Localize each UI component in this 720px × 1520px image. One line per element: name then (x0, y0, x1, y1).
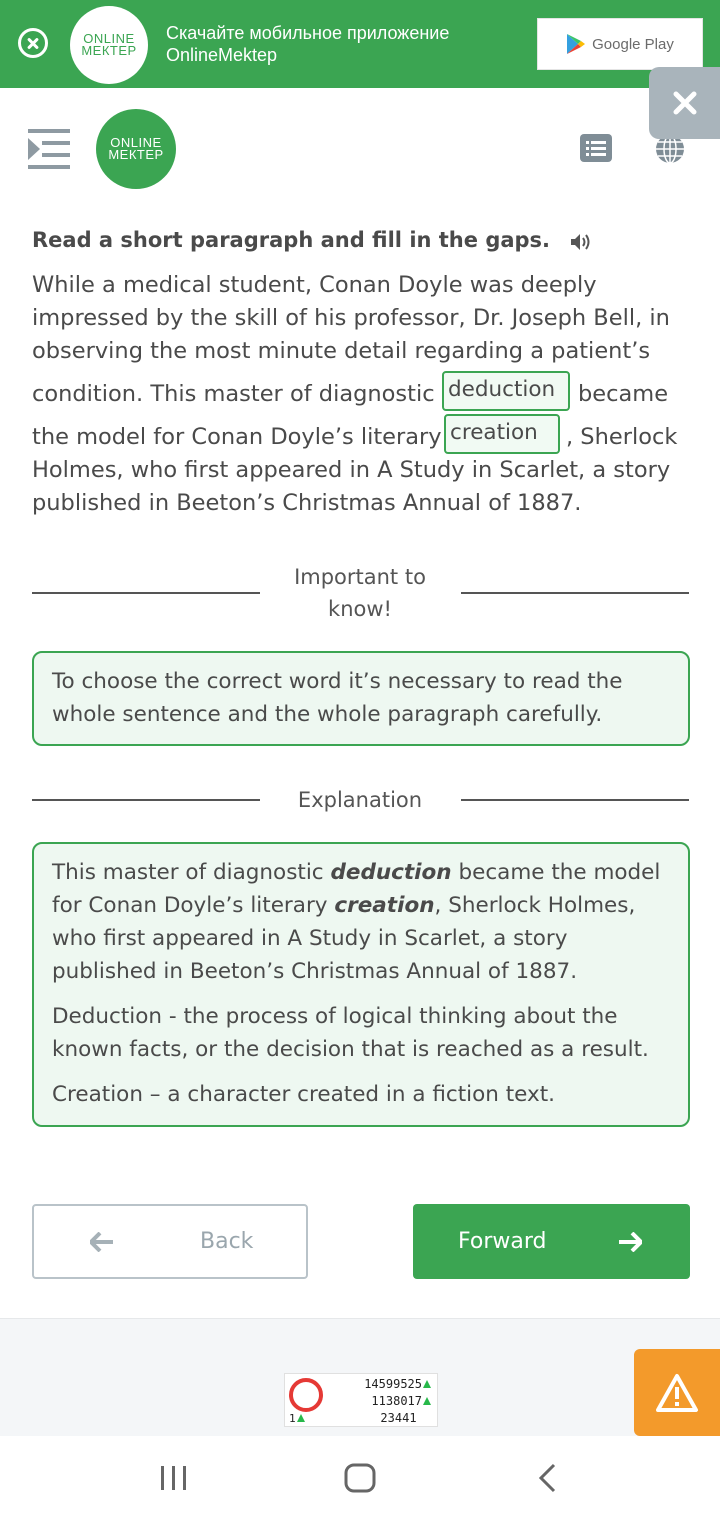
close-banner-icon[interactable] (18, 28, 48, 58)
explanation-paragraph-3: Creation – a character created in a fict… (52, 1082, 556, 1107)
counter-small: 1 (289, 1412, 305, 1425)
arrow-right-icon (619, 1231, 642, 1252)
paragraph-line-5-tail: , Sherlock (566, 424, 678, 450)
back-button[interactable]: Back (32, 1204, 308, 1279)
paragraph-line-1: While a medical student, Conan Doyle was… (32, 272, 597, 298)
explanation-box: This master of diagnostic deduction beca… (32, 842, 690, 1127)
google-play-icon (567, 34, 586, 54)
task-list-icon[interactable] (580, 134, 612, 162)
counter-row-2: 1138017 (371, 1394, 422, 1408)
visitor-counter[interactable]: 14599525 1138017 23441 1 (284, 1373, 438, 1427)
paragraph-line-3: observing the most minute detail regardi… (32, 338, 651, 364)
forward-button[interactable]: Forward (413, 1204, 690, 1279)
forward-button-label: Forward (458, 1229, 547, 1254)
menu-toggle-icon[interactable] (28, 127, 72, 171)
highlighted-word: creation (334, 893, 435, 918)
important-text: To choose the correct word it’s necessar… (52, 669, 623, 727)
paragraph-line-2: impressed by the skill of his professor,… (32, 305, 670, 331)
google-play-label: Google Play (592, 35, 674, 53)
warning-icon (656, 1373, 698, 1412)
banner-logo-line2: МЕКТЕР (81, 43, 137, 58)
gap-input-2[interactable]: creation (444, 414, 560, 454)
paragraph-line-7: published in Beeton’s Christmas Annual o… (32, 490, 582, 516)
banner-text-line2: OnlineMektep (166, 45, 278, 65)
report-problem-button[interactable] (634, 1349, 720, 1436)
counter-row-1: 14599525 (364, 1377, 422, 1391)
explanation-text: This master of diagnostic (52, 860, 331, 885)
important-heading-line2: know! (328, 597, 392, 621)
banner-text-line1: Скачайте мобильное приложение (166, 23, 450, 43)
up-arrow-icon (423, 1397, 431, 1405)
close-icon (673, 91, 696, 115)
counter-ring-icon (289, 1378, 323, 1412)
task-title: Read a short paragraph and fill in the g… (32, 228, 551, 252)
arrow-left-icon (90, 1231, 113, 1252)
close-panel-button[interactable] (649, 67, 720, 139)
up-arrow-icon (296, 1414, 305, 1422)
back-nav-icon[interactable] (530, 1460, 566, 1496)
back-button-label: Back (200, 1229, 254, 1254)
google-play-button[interactable]: Google Play (537, 18, 703, 70)
important-heading: Important to know! (270, 561, 450, 625)
app-promo-banner: ONLINE МЕКТЕР Скачайте мобильное приложе… (0, 0, 720, 88)
counter-rows: 14599525 1138017 23441 (364, 1376, 431, 1427)
system-nav-bar (0, 1436, 720, 1520)
recent-apps-icon[interactable] (156, 1460, 192, 1496)
divider-right (461, 799, 689, 801)
app-logo-line2: МЕКТЕР (108, 147, 164, 162)
explanation-paragraph-2: Deduction - the process of logical think… (52, 1004, 649, 1062)
speaker-icon[interactable] (570, 232, 594, 252)
up-arrow-icon (423, 1380, 431, 1388)
paragraph-line-4-tail: became (578, 381, 669, 407)
important-heading-line1: Important to (294, 565, 426, 589)
divider-left (32, 799, 260, 801)
counter-row-3: 23441 (380, 1411, 417, 1425)
highlighted-word: deduction (330, 860, 452, 885)
counter-small-value: 1 (289, 1412, 296, 1425)
important-box: To choose the correct word it’s necessar… (32, 651, 690, 746)
explanation-heading: Explanation (297, 788, 423, 812)
paragraph-line-6: Holmes, who first appeared in A Study in… (32, 457, 671, 483)
gap-input-1[interactable]: deduction (442, 371, 570, 411)
app-logo[interactable]: ONLINE МЕКТЕР (96, 109, 176, 189)
home-icon[interactable] (342, 1460, 378, 1496)
explanation-paragraph-1: This master of diagnostic deduction beca… (52, 856, 670, 988)
banner-text: Скачайте мобильное приложение OnlineMekt… (166, 22, 449, 66)
divider-left (32, 592, 260, 594)
banner-logo: ONLINE МЕКТЕР (70, 6, 148, 84)
divider-right (461, 592, 689, 594)
